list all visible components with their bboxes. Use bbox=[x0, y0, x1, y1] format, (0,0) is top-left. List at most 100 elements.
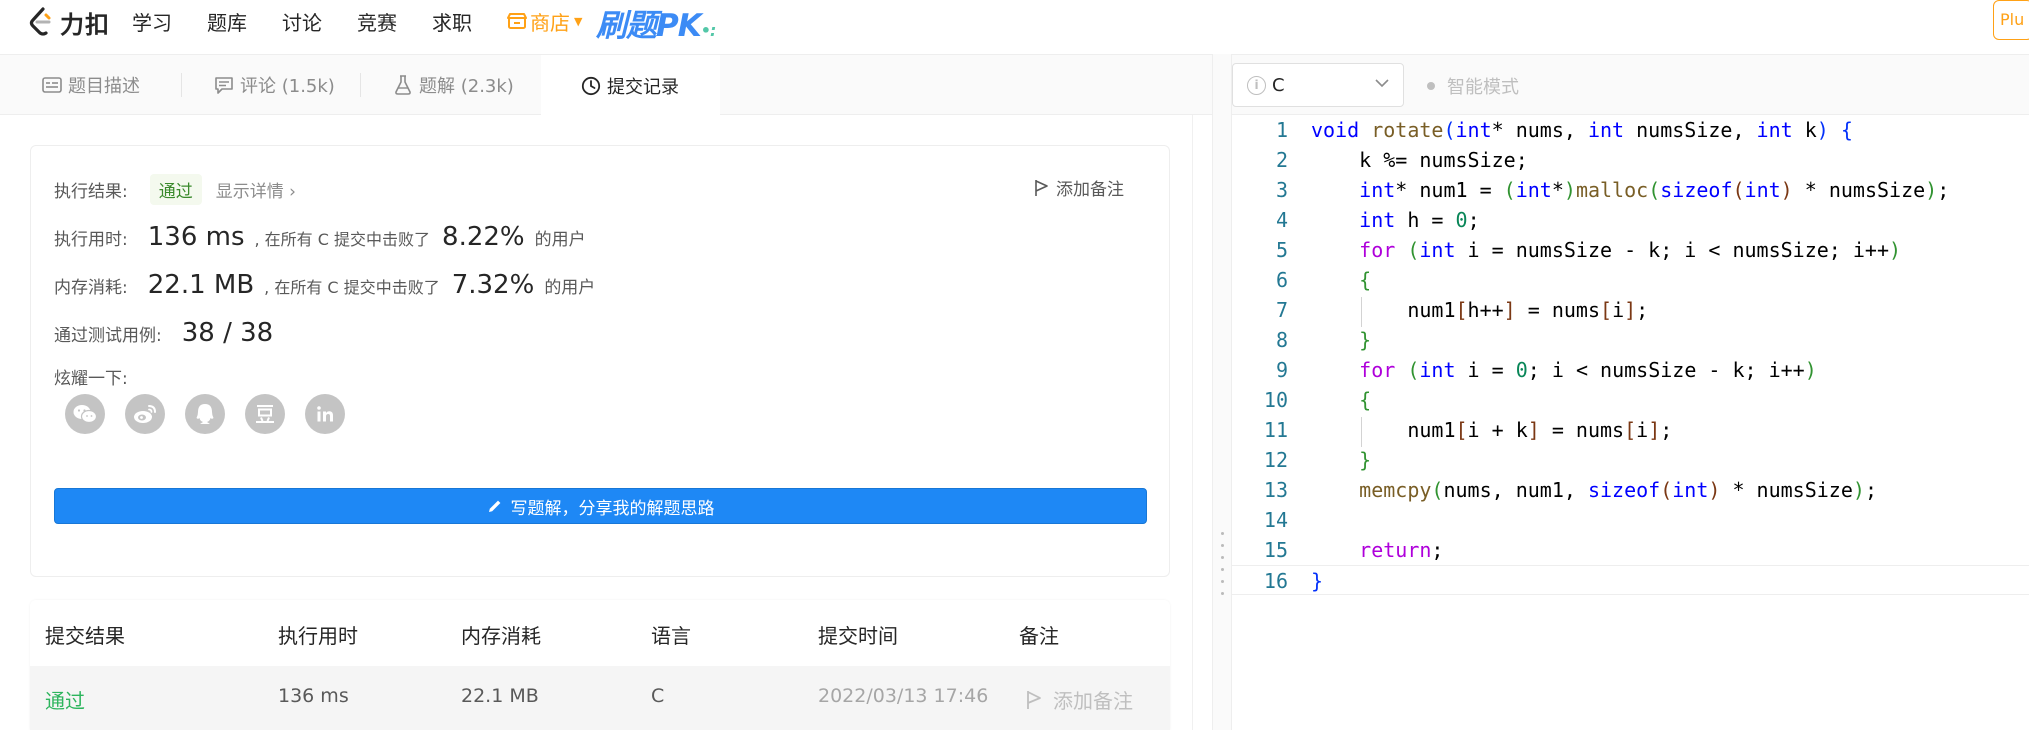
flag-icon bbox=[1035, 179, 1048, 196]
panel-resize-handle[interactable] bbox=[1212, 54, 1232, 730]
tab-divider bbox=[181, 73, 182, 97]
info-icon: i bbox=[1247, 75, 1266, 95]
left-panel-scroll-track[interactable] bbox=[1192, 115, 1193, 730]
code-line: 10 { bbox=[1232, 385, 2029, 415]
line-number: 14 bbox=[1263, 508, 1288, 532]
line-number: 5 bbox=[1275, 238, 1288, 262]
tab-submissions-label: 提交记录 bbox=[607, 76, 679, 98]
flask-icon bbox=[393, 75, 413, 95]
code-text: num1[i + k] = nums[i]; bbox=[1311, 418, 1673, 442]
line-number: 2 bbox=[1275, 148, 1288, 172]
code-line: 8 } bbox=[1232, 325, 2029, 355]
share-icons bbox=[65, 394, 365, 434]
language-value: C bbox=[1272, 74, 1285, 96]
nav-item-jobs[interactable]: 求职 bbox=[432, 7, 472, 36]
store-icon bbox=[507, 13, 527, 29]
tab-description-label: 题目描述 bbox=[68, 76, 140, 97]
code-text: k %= numsSize; bbox=[1311, 148, 1528, 172]
code-text: { bbox=[1359, 268, 1372, 292]
comment-icon bbox=[214, 75, 234, 95]
runtime-users-text: 的用户 bbox=[534, 230, 586, 250]
write-solution-button[interactable]: 写题解，分享我的解题思路 bbox=[54, 488, 1147, 524]
code-text: { bbox=[1359, 388, 1372, 412]
line-number: 16 bbox=[1263, 569, 1288, 593]
add-note-label: 添加备注 bbox=[1056, 180, 1124, 200]
tab-solutions-label: 题解 (2.3k) bbox=[419, 76, 514, 97]
line-number: 3 bbox=[1275, 178, 1288, 202]
code-line: 13 memcpy(nums, num1, sizeof(int) * nums… bbox=[1232, 475, 2029, 505]
pk-banner[interactable]: 刷题PK•: bbox=[596, 0, 716, 45]
th-memory: 内存消耗 bbox=[461, 624, 541, 648]
linkedin-icon[interactable] bbox=[305, 394, 345, 434]
nav-item-study[interactable]: 学习 bbox=[132, 7, 172, 36]
runtime-percentile: 8.22% bbox=[442, 222, 525, 252]
line-number: 9 bbox=[1275, 358, 1288, 382]
nav-item-problems[interactable]: 题库 bbox=[207, 7, 247, 36]
logo-text: 力扣 bbox=[60, 10, 110, 39]
clock-icon bbox=[581, 76, 601, 96]
editor-toolbar: i C 智能模式 bbox=[1232, 54, 2029, 115]
runtime-beat-text: , 在所有 C 提交中击败了 bbox=[254, 230, 431, 249]
line-number: 6 bbox=[1275, 268, 1288, 292]
pencil-icon bbox=[488, 500, 500, 512]
line-number: 15 bbox=[1263, 538, 1288, 562]
tests-row: 通过测试用例: 38 / 38 bbox=[54, 318, 273, 348]
line-number: 1 bbox=[1275, 118, 1288, 142]
indent-guide bbox=[1361, 417, 1362, 447]
tab-submissions[interactable]: 提交记录 bbox=[541, 55, 720, 116]
memory-beat-text: , 在所有 C 提交中击败了 bbox=[264, 278, 440, 297]
nav-item-store[interactable]: 商店 ▼ bbox=[507, 7, 582, 36]
share-label-row: 炫耀一下: bbox=[54, 364, 128, 389]
memory-row: 内存消耗: 22.1 MB , 在所有 C 提交中击败了 7.32% 的用户 bbox=[54, 270, 595, 300]
code-line: 9 for (int i = 0; i < numsSize - k; i++) bbox=[1232, 355, 2029, 385]
tests-label: 通过测试用例: bbox=[54, 326, 162, 346]
chevron-down-icon bbox=[1375, 76, 1389, 92]
tab-comments-label: 评论 (1.5k) bbox=[240, 76, 335, 97]
memory-value: 22.1 MB bbox=[147, 270, 255, 300]
tab-solutions[interactable]: 题解 (2.3k) bbox=[393, 55, 514, 115]
add-note-button[interactable]: 添加备注 bbox=[1034, 175, 1124, 200]
show-details-link[interactable]: 显示详情 › bbox=[216, 177, 296, 202]
runtime-row: 执行用时: 136 ms , 在所有 C 提交中击败了 8.22% 的用户 bbox=[54, 222, 586, 252]
flag-icon bbox=[1027, 690, 1041, 709]
top-nav: 力扣 学习 题库 讨论 竞赛 求职 商店 ▼ 刷题PK•: Plu bbox=[0, 0, 2029, 54]
code-text: memcpy(nums, num1, sizeof(int) * numsSiz… bbox=[1359, 478, 1877, 502]
code-line: 2 k %= numsSize; bbox=[1232, 145, 2029, 175]
th-runtime: 执行用时 bbox=[278, 624, 358, 648]
code-text: void rotate(int* nums, int numsSize, int… bbox=[1311, 118, 1853, 142]
row-add-note-label: 添加备注 bbox=[1053, 689, 1133, 713]
qq-icon[interactable] bbox=[185, 394, 225, 434]
smart-mode-dot bbox=[1427, 82, 1435, 90]
plus-button[interactable]: Plu bbox=[1993, 0, 2029, 40]
weibo-icon[interactable] bbox=[125, 394, 165, 434]
tab-comments[interactable]: 评论 (1.5k) bbox=[214, 55, 335, 115]
code-line: 6 { bbox=[1232, 265, 2029, 295]
language-select[interactable]: i C bbox=[1232, 63, 1404, 107]
row-memory: 22.1 MB bbox=[461, 685, 539, 707]
smart-mode-toggle[interactable]: 智能模式 bbox=[1427, 73, 1519, 99]
line-number: 13 bbox=[1263, 478, 1288, 502]
row-result-link[interactable]: 通过 bbox=[45, 685, 85, 714]
nav-item-discuss[interactable]: 讨论 bbox=[282, 7, 322, 36]
nav-item-contest[interactable]: 竞赛 bbox=[357, 7, 397, 36]
status-badge: 通过 bbox=[149, 174, 202, 205]
grip-dot bbox=[1221, 532, 1224, 535]
code-text: for (int i = numsSize - k; i < numsSize;… bbox=[1359, 238, 1902, 262]
code-line: 5 for (int i = numsSize - k; i < numsSiz… bbox=[1232, 235, 2029, 265]
table-row[interactable]: 通过 136 ms 22.1 MB C 2022/03/13 17:46 添加备… bbox=[30, 666, 1170, 730]
write-solution-label: 写题解，分享我的解题思路 bbox=[510, 498, 715, 519]
tab-description[interactable]: 题目描述 bbox=[42, 55, 140, 115]
code-text: int h = 0; bbox=[1359, 208, 1480, 232]
code-editor[interactable]: 1 void rotate(int* nums, int numsSize, in… bbox=[1232, 115, 2029, 730]
row-add-note-button[interactable]: 添加备注 bbox=[1025, 685, 1133, 714]
row-language: C bbox=[651, 685, 665, 707]
line-number: 12 bbox=[1263, 448, 1288, 472]
wechat-icon[interactable] bbox=[65, 394, 105, 434]
indent-guide bbox=[1361, 297, 1362, 327]
line-number: 8 bbox=[1275, 328, 1288, 352]
leetcode-logo[interactable]: 力扣 bbox=[28, 4, 110, 40]
douban-icon[interactable] bbox=[245, 394, 285, 434]
memory-label: 内存消耗: bbox=[54, 278, 128, 298]
grip-dot bbox=[1221, 568, 1224, 571]
code-line: 15 return; bbox=[1232, 535, 2029, 565]
